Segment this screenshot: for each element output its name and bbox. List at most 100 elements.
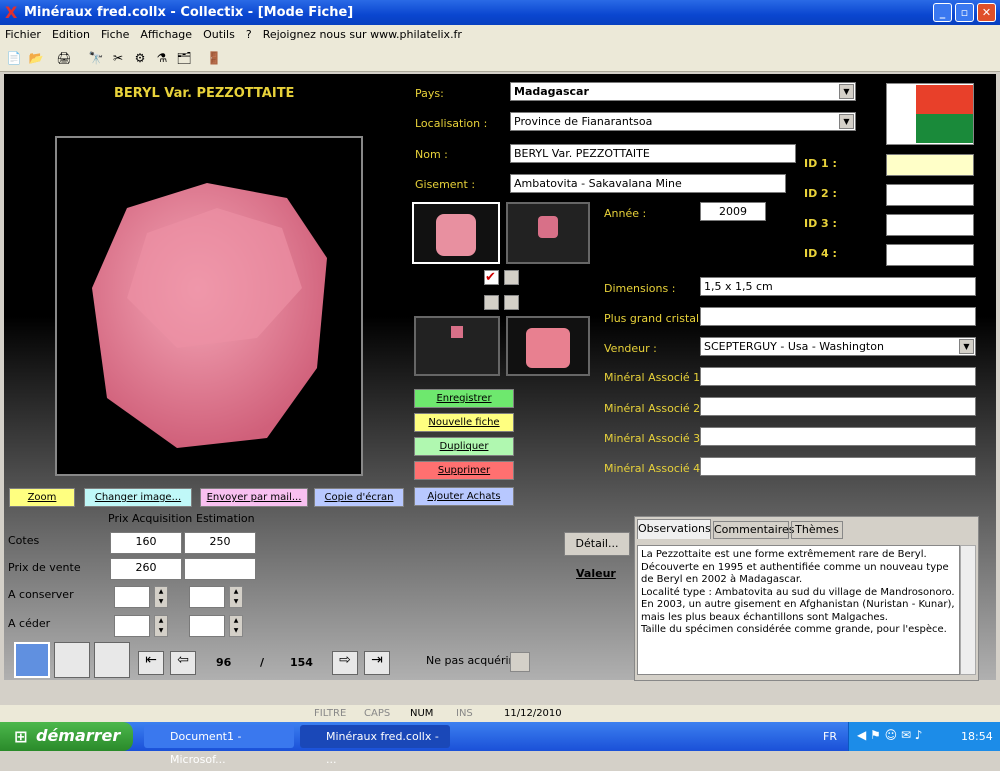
mineral1-label: Minéral Associé 1 : <box>604 371 708 384</box>
duplicate-button[interactable]: Dupliquer <box>414 437 514 456</box>
cristal-field[interactable] <box>700 307 976 326</box>
thumbnail-4-checkbox[interactable] <box>504 295 519 310</box>
filter-icon[interactable]: ⚗ <box>152 49 172 67</box>
pays-select[interactable]: Madagascar ▼ <box>510 82 856 101</box>
thumbnail-2-checkbox[interactable] <box>504 270 519 285</box>
tab-themes[interactable]: Thèmes <box>791 521 843 539</box>
thumbnail-2[interactable] <box>506 202 590 264</box>
valeur-link[interactable]: Valeur <box>576 567 616 580</box>
conserver-field-2[interactable] <box>189 586 225 608</box>
mineral2-label: Minéral Associé 2 : <box>604 402 708 415</box>
vendeur-label: Vendeur : <box>604 342 657 355</box>
previous-record-icon[interactable]: ⇦ <box>170 651 196 675</box>
cotes-estimation-field[interactable]: 250 <box>184 532 256 554</box>
vendeur-select[interactable]: SCEPTERGUY - Usa - Washington ▼ <box>700 337 976 356</box>
detail-button[interactable]: Détail... <box>564 532 630 556</box>
delete-button[interactable]: Supprimer <box>414 461 514 480</box>
change-image-button[interactable]: Changer image... <box>84 488 192 507</box>
vente-acquisition-field[interactable]: 260 <box>110 558 182 580</box>
task-mineraux[interactable]: Minéraux fred.collx - ... <box>300 725 450 766</box>
total-records: 154 <box>290 656 313 669</box>
window-title: Minéraux fred.collx - Collectix - [Mode … <box>24 5 354 20</box>
task-document1[interactable]: Document1 - Microsof... <box>144 725 294 766</box>
status-num: NUM <box>410 708 434 719</box>
annee-field[interactable]: 2009 <box>700 202 766 221</box>
id4-field[interactable] <box>886 244 974 266</box>
nom-field[interactable]: BERYL Var. PEZZOTTAITE <box>510 144 796 163</box>
menu-fiche[interactable]: Fiche <box>101 28 129 41</box>
localisation-value: Province de Fianarantsoa <box>514 115 653 128</box>
thumbnail-4[interactable] <box>506 316 590 376</box>
scrollbar[interactable] <box>960 545 976 675</box>
id1-label: ID 1 : <box>804 157 837 170</box>
dimensions-label: Dimensions : <box>604 282 676 295</box>
menu-philatelix-link[interactable]: Rejoignez nous sur www.philatelix.fr <box>263 28 462 41</box>
add-purchase-button[interactable]: Ajouter Achats <box>414 487 514 506</box>
maximize-button[interactable]: ▫ <box>955 3 974 22</box>
send-mail-button[interactable]: Envoyer par mail... <box>200 488 308 507</box>
ceder-spinner-2[interactable]: ▲ ▼ <box>229 615 243 637</box>
tab-commentaires[interactable]: Commentaires <box>713 521 794 539</box>
ne-pas-acquerir-checkbox[interactable] <box>510 652 530 672</box>
ceder-field-1[interactable] <box>114 615 150 637</box>
ceder-spinner-1[interactable]: ▲ ▼ <box>154 615 168 637</box>
first-record-icon[interactable]: ⇤ <box>138 651 164 675</box>
ceder-field-2[interactable] <box>189 615 225 637</box>
id1-field[interactable] <box>886 154 974 176</box>
observations-text[interactable]: La Pezzottaite est une forme extrêmement… <box>637 545 960 675</box>
grid-view-icon[interactable] <box>94 642 130 678</box>
menu-edition[interactable]: Edition <box>52 28 90 41</box>
menu-help[interactable]: ? <box>246 28 252 41</box>
tools-icon[interactable]: ✂ <box>108 49 128 67</box>
zoom-button[interactable]: Zoom <box>9 488 75 507</box>
id3-label: ID 3 : <box>804 217 837 230</box>
conserver-field-1[interactable] <box>114 586 150 608</box>
dimensions-field[interactable]: 1,5 x 1,5 cm <box>700 277 976 296</box>
form-view-icon[interactable] <box>14 642 50 678</box>
conserver-spinner-2[interactable]: ▲ ▼ <box>229 586 243 608</box>
menu-outils[interactable]: Outils <box>203 28 235 41</box>
exit-icon[interactable]: 🚪 <box>204 49 224 67</box>
export-icon[interactable]: 🗂 <box>174 49 194 67</box>
gisement-field[interactable]: Ambatovita - Sakavalana Mine <box>510 174 786 193</box>
settings-icon[interactable]: ⚙ <box>130 49 150 67</box>
mineral1-field[interactable] <box>700 367 976 386</box>
print-icon[interactable]: 🖨 <box>54 49 74 67</box>
save-button[interactable]: Enregistrer <box>414 389 514 408</box>
pays-value: Madagascar <box>514 85 589 98</box>
thumbnail-3[interactable] <box>414 316 500 376</box>
conserver-spinner-1[interactable]: ▲ ▼ <box>154 586 168 608</box>
localisation-select[interactable]: Province de Fianarantsoa ▼ <box>510 112 856 131</box>
mineral4-field[interactable] <box>700 457 976 476</box>
binoculars-icon[interactable]: 🔭 <box>86 49 106 67</box>
tab-observations[interactable]: Observations <box>637 519 711 539</box>
id2-field[interactable] <box>886 184 974 206</box>
vente-estimation-field[interactable] <box>184 558 256 580</box>
chevron-down-icon[interactable]: ▼ <box>839 84 854 99</box>
chevron-down-icon[interactable]: ▼ <box>959 339 974 354</box>
thumbnail-1[interactable] <box>412 202 500 264</box>
specimen-image[interactable] <box>55 136 363 476</box>
status-filtre: FILTRE <box>314 708 347 719</box>
new-icon[interactable]: 📄 <box>4 49 24 67</box>
id3-field[interactable] <box>886 214 974 236</box>
next-record-icon[interactable]: ⇨ <box>332 651 358 675</box>
screenshot-button[interactable]: Copie d'écran <box>314 488 404 507</box>
menu-affichage[interactable]: Affichage <box>140 28 192 41</box>
open-icon[interactable]: 📂 <box>26 49 46 67</box>
last-record-icon[interactable]: ⇥ <box>364 651 390 675</box>
minimize-button[interactable]: _ <box>933 3 952 22</box>
start-button[interactable]: ⊞ démarrer <box>0 722 133 751</box>
menu-fichier[interactable]: Fichier <box>5 28 41 41</box>
mineral2-field[interactable] <box>700 397 976 416</box>
thumbnail-1-checkbox[interactable]: ✔ <box>484 270 499 285</box>
list-view-icon[interactable] <box>54 642 90 678</box>
language-indicator[interactable]: FR <box>823 730 837 743</box>
chevron-down-icon[interactable]: ▼ <box>839 114 854 129</box>
cotes-acquisition-field[interactable]: 160 <box>110 532 182 554</box>
mineral3-field[interactable] <box>700 427 976 446</box>
thumbnail-3-checkbox[interactable] <box>484 295 499 310</box>
new-record-button[interactable]: Nouvelle fiche <box>414 413 514 432</box>
ne-pas-acquerir-label: Ne pas acquérir <box>426 654 514 667</box>
close-button[interactable]: ✕ <box>977 3 996 22</box>
